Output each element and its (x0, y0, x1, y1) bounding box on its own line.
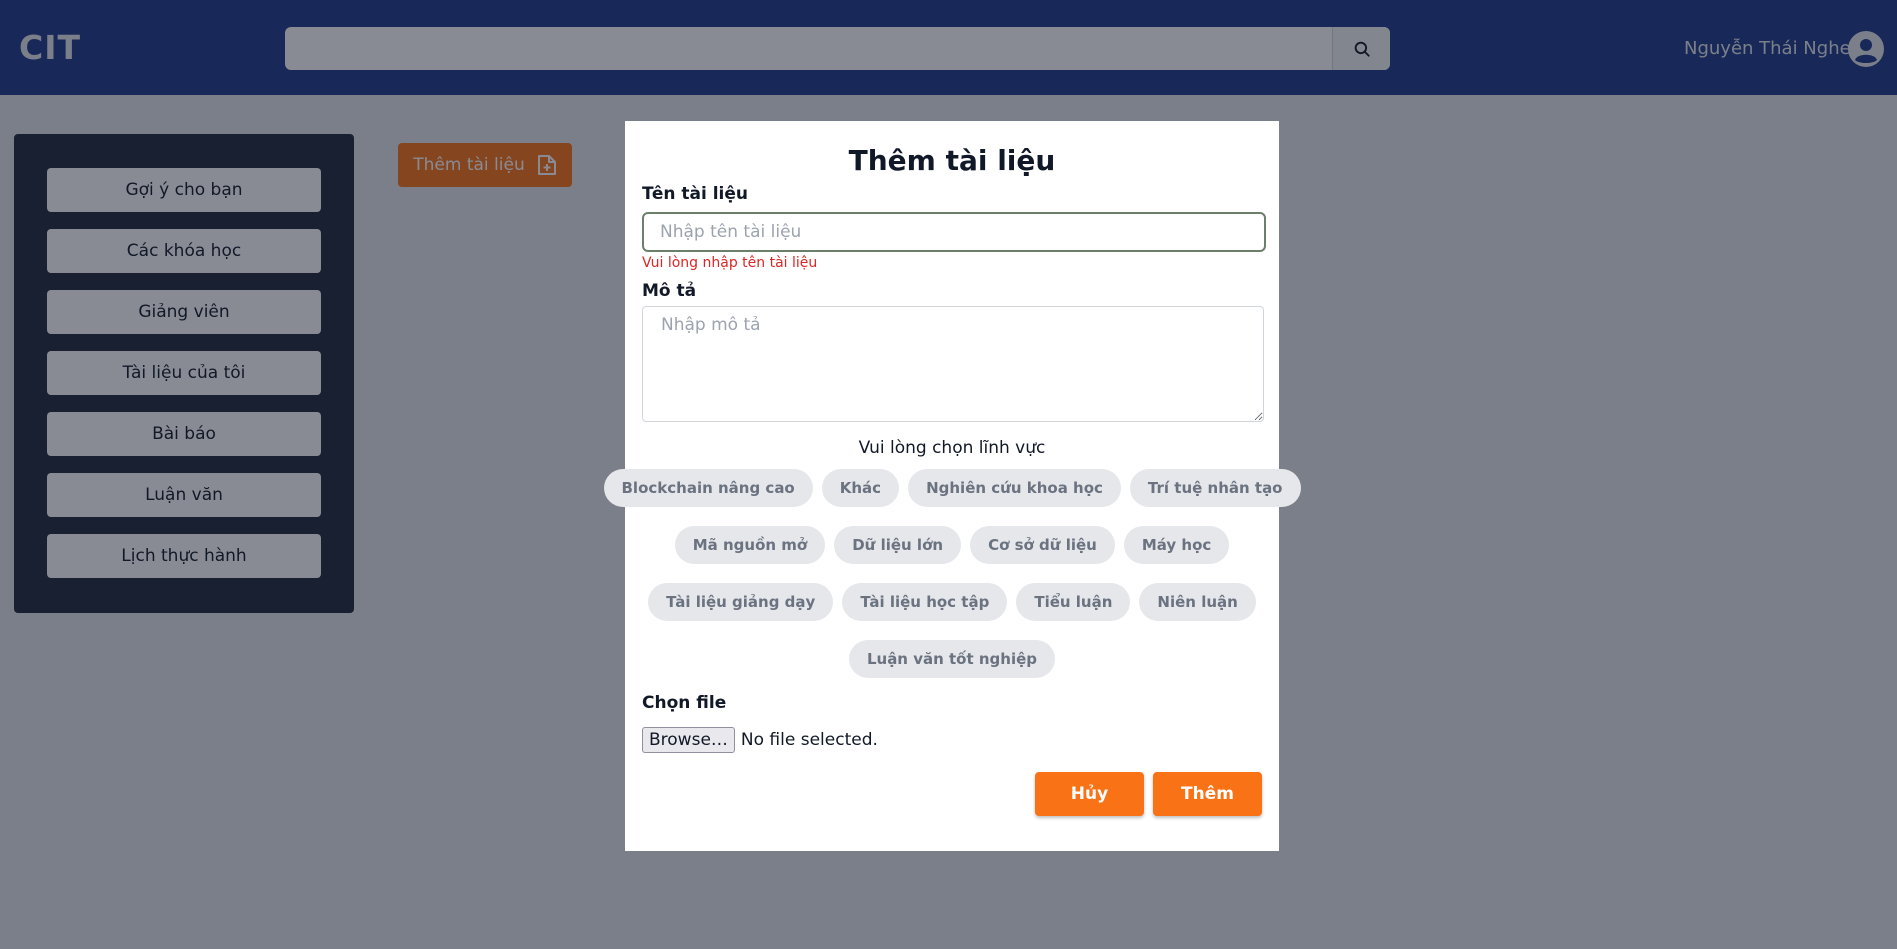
browse-button[interactable]: Browse… (642, 727, 735, 753)
modal-title: Thêm tài liệu (848, 144, 1056, 177)
field-chip[interactable]: Mã nguồn mở (674, 526, 826, 564)
field-chip[interactable]: Luận văn tốt nghiệp (848, 640, 1056, 678)
field-chips-row: Blockchain nâng cao Khác Nghiên cứu khoa… (603, 469, 1301, 507)
field-chips-row: Luận văn tốt nghiệp (642, 640, 1262, 678)
cancel-button[interactable]: Hủy (1035, 772, 1144, 816)
field-prompt: Vui lòng chọn lĩnh vực (858, 438, 1046, 458)
file-label: Chọn file (642, 693, 727, 713)
field-chip[interactable]: Máy học (1123, 526, 1230, 564)
field-chip[interactable]: Nghiên cứu khoa học (908, 469, 1121, 507)
modal-actions: Hủy Thêm (1035, 772, 1262, 816)
field-chip[interactable]: Tài liệu học tập (842, 583, 1008, 621)
submit-button[interactable]: Thêm (1153, 772, 1262, 816)
file-status: No file selected. (740, 730, 878, 750)
description-label: Mô tả (642, 281, 697, 301)
field-chip[interactable]: Trí tuệ nhân tạo (1129, 469, 1301, 507)
field-chips-row: Tài liệu giảng dạy Tài liệu học tập Tiểu… (642, 583, 1262, 621)
field-chip[interactable]: Blockchain nâng cao (603, 469, 813, 507)
field-chip[interactable]: Tài liệu giảng dạy (648, 583, 834, 621)
description-textarea[interactable] (642, 306, 1264, 422)
document-name-error: Vui lòng nhập tên tài liệu (642, 255, 818, 271)
field-chip[interactable]: Niên luận (1139, 583, 1256, 621)
file-picker: Browse… No file selected. (642, 727, 1262, 753)
document-name-input[interactable] (642, 212, 1266, 252)
field-chip[interactable]: Tiểu luận (1016, 583, 1131, 621)
field-chip[interactable]: Khác (821, 469, 900, 507)
field-chips-row: Mã nguồn mở Dữ liệu lớn Cơ sở dữ liệu Má… (642, 526, 1262, 564)
field-chip[interactable]: Cơ sở dữ liệu (970, 526, 1115, 564)
field-chip[interactable]: Dữ liệu lớn (834, 526, 962, 564)
document-name-label: Tên tài liệu (642, 184, 749, 204)
add-document-modal: Thêm tài liệu Tên tài liệu Vui lòng nhập… (603, 121, 1301, 851)
